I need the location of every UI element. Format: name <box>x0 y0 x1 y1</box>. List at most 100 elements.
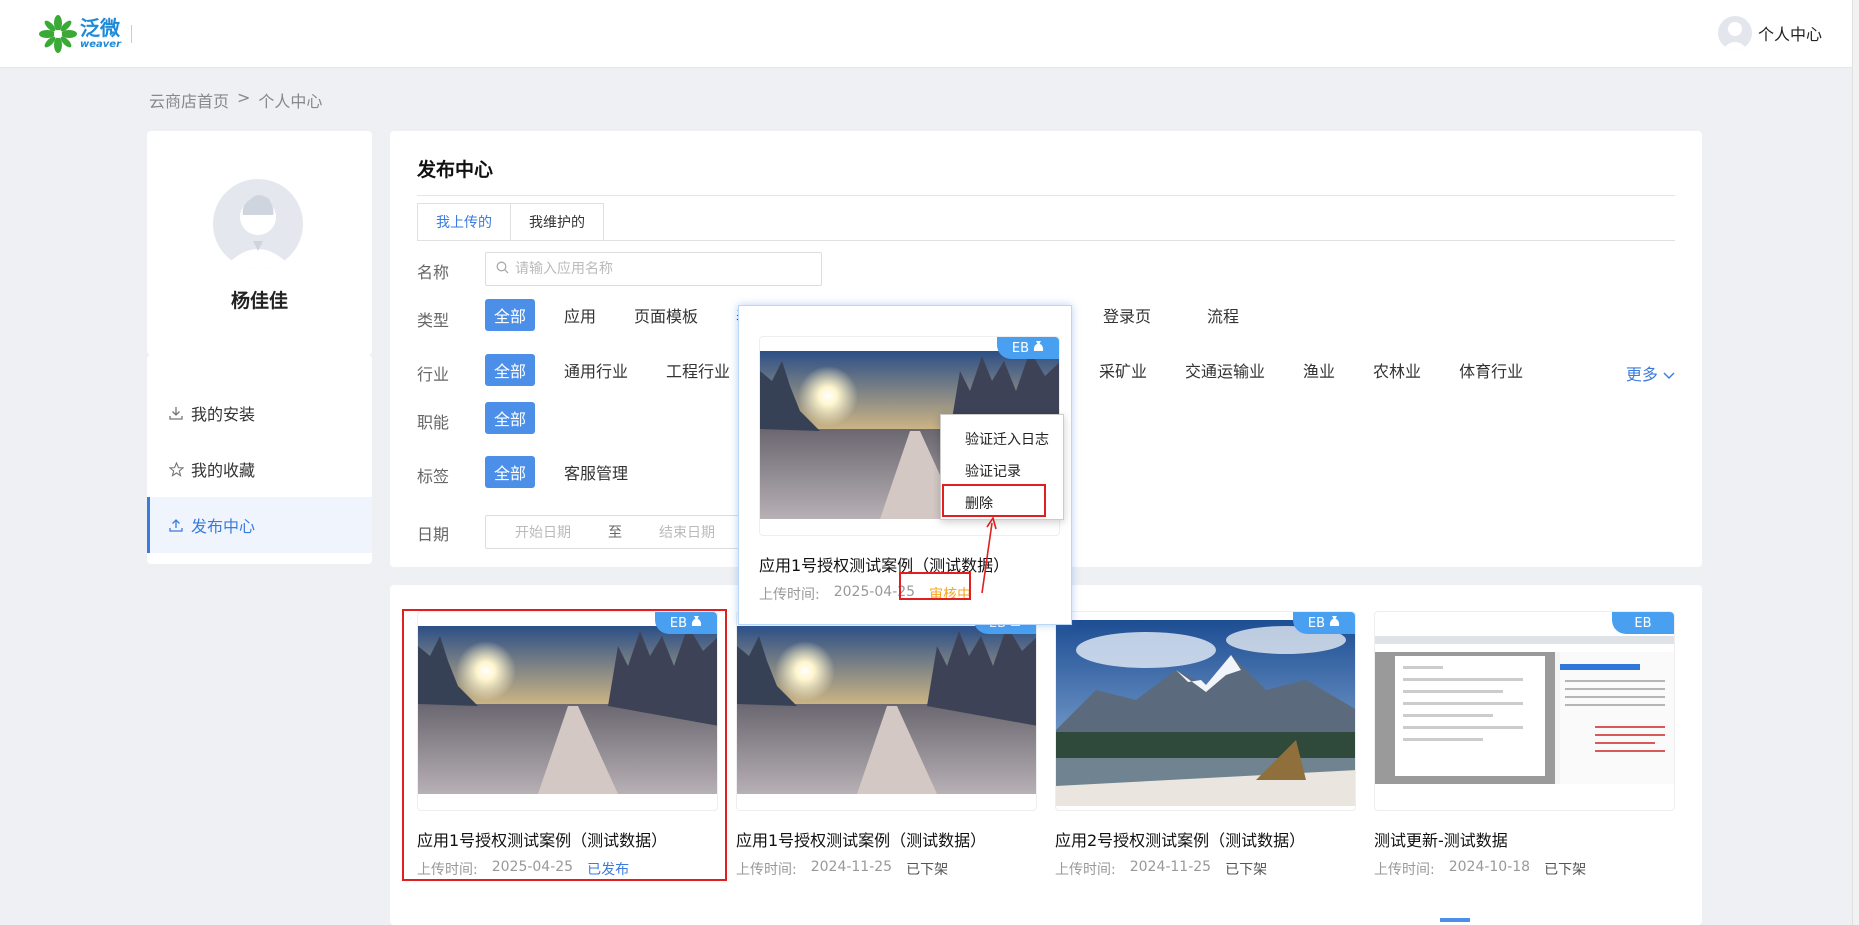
breadcrumb-separator: > <box>237 88 251 107</box>
industry-chip-fishery[interactable]: 渔业 <box>1294 354 1344 386</box>
industry-chip-engineering[interactable]: 工程行业 <box>657 354 739 386</box>
date-range-picker[interactable]: 开始日期 至 结束日期 <box>485 515 745 549</box>
breadcrumb: 云商店首页 > 个人中心 <box>149 88 322 112</box>
breadcrumb-current: 个人中心 <box>258 92 323 111</box>
mountain-lake-image <box>1056 620 1355 806</box>
context-menu: 验证迁入日志 验证记录 删除 <box>940 414 1064 520</box>
industry-chip-sports[interactable]: 体育行业 <box>1450 354 1532 386</box>
results-card: EB 应用1号授权测试案例（测试数据） 上传时间: 2025-04-25 已发布 <box>390 585 1702 925</box>
industry-label: 行业 <box>417 365 450 384</box>
tabs-divider <box>417 240 1675 241</box>
breadcrumb-home-link[interactable]: 云商店首页 <box>149 88 229 112</box>
user-avatar-icon <box>1717 16 1752 50</box>
user-center-button[interactable]: 个人中心 <box>1717 16 1822 50</box>
winter-road-image <box>737 626 1036 794</box>
app-thumbnail[interactable]: EB <box>1055 611 1356 811</box>
user-center-label: 个人中心 <box>1757 25 1822 44</box>
type-chips: 全部 应用 页面模板 表 <box>485 299 781 331</box>
eb-badge-label: EB <box>1011 340 1030 356</box>
type-chip-workflow[interactable]: 流程 <box>1198 299 1248 331</box>
page-scrollbar[interactable] <box>1852 0 1859 925</box>
upload-date: 2024-10-18 <box>1448 859 1531 875</box>
more-button[interactable]: 更多 <box>1626 361 1675 385</box>
upload-date: 2024-11-25 <box>810 859 893 875</box>
pagination-indicator[interactable] <box>1440 918 1470 922</box>
popup-app-meta: 上传时间: 2025-04-25 审核中 <box>759 584 1060 604</box>
app-title[interactable]: 应用2号授权测试案例（测试数据） <box>1055 827 1356 851</box>
tab-my-uploads[interactable]: 我上传的 <box>417 203 511 241</box>
popup-app-title[interactable]: 应用1号授权测试案例（测试数据） <box>759 552 1060 576</box>
name-label: 名称 <box>417 263 450 282</box>
upload-date: 2025-04-25 <box>491 859 574 875</box>
app-title[interactable]: 应用1号授权测试案例（测试数据） <box>736 827 1037 851</box>
search-input[interactable] <box>515 261 805 277</box>
annotation-arrow-icon <box>981 516 997 594</box>
type-chip-all[interactable]: 全部 <box>485 299 536 331</box>
tab-my-maintained[interactable]: 我维护的 <box>511 203 604 241</box>
upload-time-label: 上传时间: <box>736 862 797 878</box>
function-label: 职能 <box>417 413 450 432</box>
eb-badge-label: EB <box>669 615 688 631</box>
app-card[interactable]: EB 测试更新-测试数据 上传时间: 2024-10-18 已下架 <box>1374 611 1675 879</box>
app-card[interactable]: EB 应用2号授权测试案例（测试数据） 上传时间: 2024-11-25 已下架 <box>1055 611 1356 879</box>
eb-badge: EB <box>1293 612 1355 634</box>
type-chip-page-template[interactable]: 页面模板 <box>625 299 707 331</box>
menu-item-verify-record[interactable]: 验证记录 <box>941 455 1063 487</box>
side-item-my-favorites[interactable]: 我的收藏 <box>147 441 372 497</box>
type-label: 类型 <box>417 311 450 330</box>
profile-name: 杨佳佳 <box>230 290 288 312</box>
upload-time-label: 上传时间: <box>1374 862 1435 878</box>
logo-divider <box>131 25 133 43</box>
search-box <box>485 252 822 286</box>
eb-badge: EB <box>1612 612 1674 634</box>
function-chips: 全部 <box>485 402 555 434</box>
download-icon <box>167 404 185 422</box>
tag-label: 标签 <box>417 467 450 486</box>
menu-item-verify-log[interactable]: 验证迁入日志 <box>941 423 1063 455</box>
industry-chip-agriculture[interactable]: 农林业 <box>1364 354 1430 386</box>
status-badge: 已发布 <box>587 862 630 878</box>
app-title[interactable]: 测试更新-测试数据 <box>1374 827 1675 851</box>
app-card[interactable]: EB 应用1号授权测试案例（测试数据） 上传时间: 2024-11-25 已下架 <box>736 611 1037 879</box>
top-header: 泛微 weaver 个人中心 <box>0 0 1852 68</box>
industry-chip-all[interactable]: 全部 <box>485 354 536 386</box>
weaver-logo-icon <box>38 14 78 54</box>
app-thumbnail[interactable]: EB <box>736 611 1037 811</box>
tag-chip-customer-service[interactable]: 客服管理 <box>555 456 637 488</box>
side-item-publish-center[interactable]: 发布中心 <box>147 497 372 553</box>
app-meta: 上传时间: 2024-11-25 已下架 <box>736 859 1037 879</box>
upload-date: 2024-11-25 <box>1129 859 1212 875</box>
date-start-input[interactable]: 开始日期 <box>486 522 600 542</box>
upload-time-label: 上传时间: <box>759 587 820 603</box>
profile-card: 杨佳佳 <box>147 131 372 355</box>
eb-badge-label: EB <box>1307 615 1326 631</box>
logo[interactable]: 泛微 weaver <box>38 14 133 54</box>
function-chip-all[interactable]: 全部 <box>485 402 536 434</box>
app-thumbnail[interactable]: EB <box>1374 611 1675 811</box>
app-card[interactable]: EB 应用1号授权测试案例（测试数据） 上传时间: 2025-04-25 已发布 <box>417 611 718 879</box>
app-title[interactable]: 应用1号授权测试案例（测试数据） <box>417 827 718 851</box>
status-badge: 已下架 <box>1544 862 1587 878</box>
app-thumbnail[interactable]: EB <box>417 611 718 811</box>
eb-badge: EB <box>655 612 717 634</box>
type-chip-login-page[interactable]: 登录页 <box>1094 299 1160 331</box>
industry-chip-mining[interactable]: 采矿业 <box>1090 354 1156 386</box>
page-title: 发布中心 <box>417 159 494 181</box>
industry-chip-general[interactable]: 通用行业 <box>555 354 637 386</box>
menu-item-delete[interactable]: 删除 <box>941 487 1063 519</box>
side-menu: 我的安装 我的收藏 发布中心 <box>147 355 372 564</box>
money-bag-icon <box>1033 340 1044 356</box>
tag-chip-all[interactable]: 全部 <box>485 456 536 488</box>
industry-chip-transport[interactable]: 交通运输业 <box>1176 354 1274 386</box>
status-badge: 已下架 <box>1225 862 1268 878</box>
date-end-input[interactable]: 结束日期 <box>630 522 744 542</box>
winter-road-image <box>418 626 717 794</box>
star-icon <box>167 460 185 478</box>
side-item-label: 我的安装 <box>191 405 256 424</box>
type-chip-app[interactable]: 应用 <box>555 299 605 331</box>
upload-date: 2025-04-25 <box>833 584 916 600</box>
side-item-my-installs[interactable]: 我的安装 <box>147 385 372 441</box>
industry-chips-right: 采矿业 交通运输业 渔业 农林业 体育行业 <box>1090 354 1552 386</box>
date-label: 日期 <box>417 525 450 544</box>
date-separator: 至 <box>608 525 622 541</box>
